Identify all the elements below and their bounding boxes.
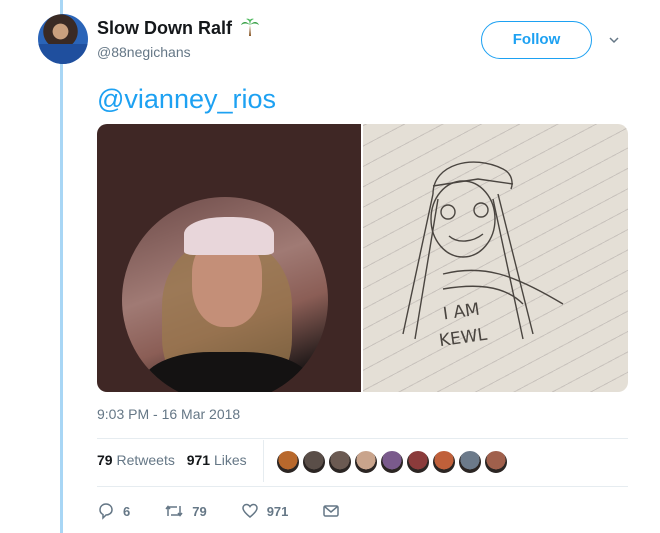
tweet-timestamp[interactable]: 9:03 PM - 16 Mar 2018 xyxy=(97,406,240,422)
liker-avatar[interactable] xyxy=(484,450,508,474)
pencil-drawing xyxy=(402,161,564,340)
liker-avatar[interactable] xyxy=(302,450,326,474)
photo-right[interactable]: I AM KEWL xyxy=(363,124,628,392)
author-handle[interactable]: @88negichans xyxy=(97,44,191,60)
retweets-stat[interactable]: 79 Retweets xyxy=(97,452,175,468)
chevron-down-icon[interactable] xyxy=(607,33,621,47)
retweet-button[interactable]: 79 xyxy=(164,502,207,520)
likes-count: 971 xyxy=(186,452,211,468)
photo-left[interactable] xyxy=(97,124,361,392)
liker-avatar[interactable] xyxy=(328,450,352,474)
reply-count: 6 xyxy=(123,503,131,519)
liker-avatar[interactable] xyxy=(458,450,482,474)
thread-line xyxy=(60,0,63,533)
portrait-photo xyxy=(122,197,328,392)
author-name-row[interactable]: Slow Down Ralf xyxy=(97,17,260,39)
heart-icon xyxy=(241,503,258,518)
media-grid[interactable]: I AM KEWL xyxy=(97,124,628,392)
follow-button[interactable]: Follow xyxy=(481,21,592,59)
liker-avatar[interactable] xyxy=(276,450,300,474)
liker-avatar[interactable] xyxy=(406,450,430,474)
reply-icon xyxy=(99,503,113,520)
direct-message-button[interactable] xyxy=(322,502,348,520)
liker-avatar[interactable] xyxy=(432,450,456,474)
display-name[interactable]: Slow Down Ralf xyxy=(97,18,232,38)
stats-separator xyxy=(263,440,264,482)
likes-stat[interactable]: 971 Likes xyxy=(187,452,247,468)
reply-button[interactable]: 6 xyxy=(97,502,130,520)
retweets-count: 79 xyxy=(97,452,113,468)
divider-bottom xyxy=(97,486,628,487)
retweet-count: 79 xyxy=(192,503,207,519)
liker-avatar[interactable] xyxy=(380,450,404,474)
likes-label: Likes xyxy=(213,452,247,468)
like-button[interactable]: 971 xyxy=(241,502,289,520)
like-count: 971 xyxy=(266,503,289,519)
retweet-icon xyxy=(165,505,183,517)
retweets-label: Retweets xyxy=(116,452,175,468)
divider-top xyxy=(97,438,628,439)
tweet-text[interactable]: @vianney_rios xyxy=(97,84,276,115)
envelope-icon xyxy=(323,505,340,517)
liker-avatar[interactable] xyxy=(354,450,378,474)
avatar[interactable] xyxy=(38,14,88,64)
tweet-actions: 6 79 971 xyxy=(97,502,382,520)
tweet-stats: 79 Retweets 971 Likes xyxy=(97,452,247,468)
liker-avatars[interactable] xyxy=(276,450,510,474)
palm-tree-icon xyxy=(241,18,260,36)
